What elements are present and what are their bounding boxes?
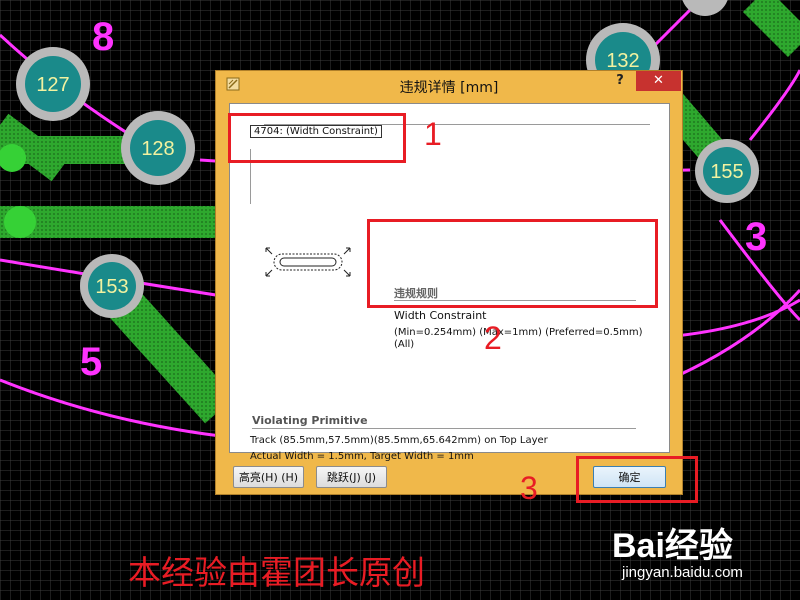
- help-button[interactable]: ?: [611, 73, 629, 93]
- author-credit: 本经验由霍团长原创: [128, 553, 425, 592]
- net-number: 8: [92, 15, 114, 59]
- annotation-number: 2: [484, 320, 502, 356]
- annotation-box-2: [367, 219, 658, 308]
- annotation-number: 3: [520, 470, 538, 506]
- pad-label: 155: [710, 161, 743, 183]
- net-number: 3: [745, 215, 767, 259]
- watermark-brand: Bai经验: [612, 527, 733, 565]
- net-number: 5: [80, 340, 102, 384]
- pad-label: 153: [95, 276, 128, 298]
- highlight-button[interactable]: 高亮(H) (H): [233, 466, 304, 488]
- pad[interactable]: 153: [80, 254, 144, 318]
- dialog-titlebar[interactable]: 违规详情 [mm] ? ✕: [216, 71, 682, 101]
- pad[interactable]: 155: [695, 139, 759, 203]
- annotation-box-1: [228, 113, 406, 163]
- watermark-url: jingyan.baidu.com: [622, 564, 743, 581]
- pad[interactable]: 128: [121, 111, 195, 185]
- pad-label: 132: [606, 50, 639, 72]
- rule-name: Width Constraint: [394, 309, 487, 322]
- close-button[interactable]: ✕: [636, 71, 681, 91]
- jump-button[interactable]: 跳跃(J) (J): [316, 466, 387, 488]
- annotation-box-3: [576, 456, 698, 503]
- rule-parameters: (Min=0.254mm) (Max=1mm) (Preferred=0.5mm…: [394, 327, 643, 338]
- pad-label: 127: [36, 74, 69, 96]
- width-violation-diagram: [265, 247, 351, 277]
- pad[interactable]: 127: [16, 47, 90, 121]
- annotation-number: 1: [424, 116, 442, 152]
- primitive-section-title: Violating Primitive: [252, 414, 368, 427]
- violating-track: Track (85.5mm,57.5mm)(85.5mm,65.642mm) o…: [250, 435, 548, 446]
- pad-label: 128: [141, 138, 174, 160]
- rule-scope: (All): [394, 339, 415, 350]
